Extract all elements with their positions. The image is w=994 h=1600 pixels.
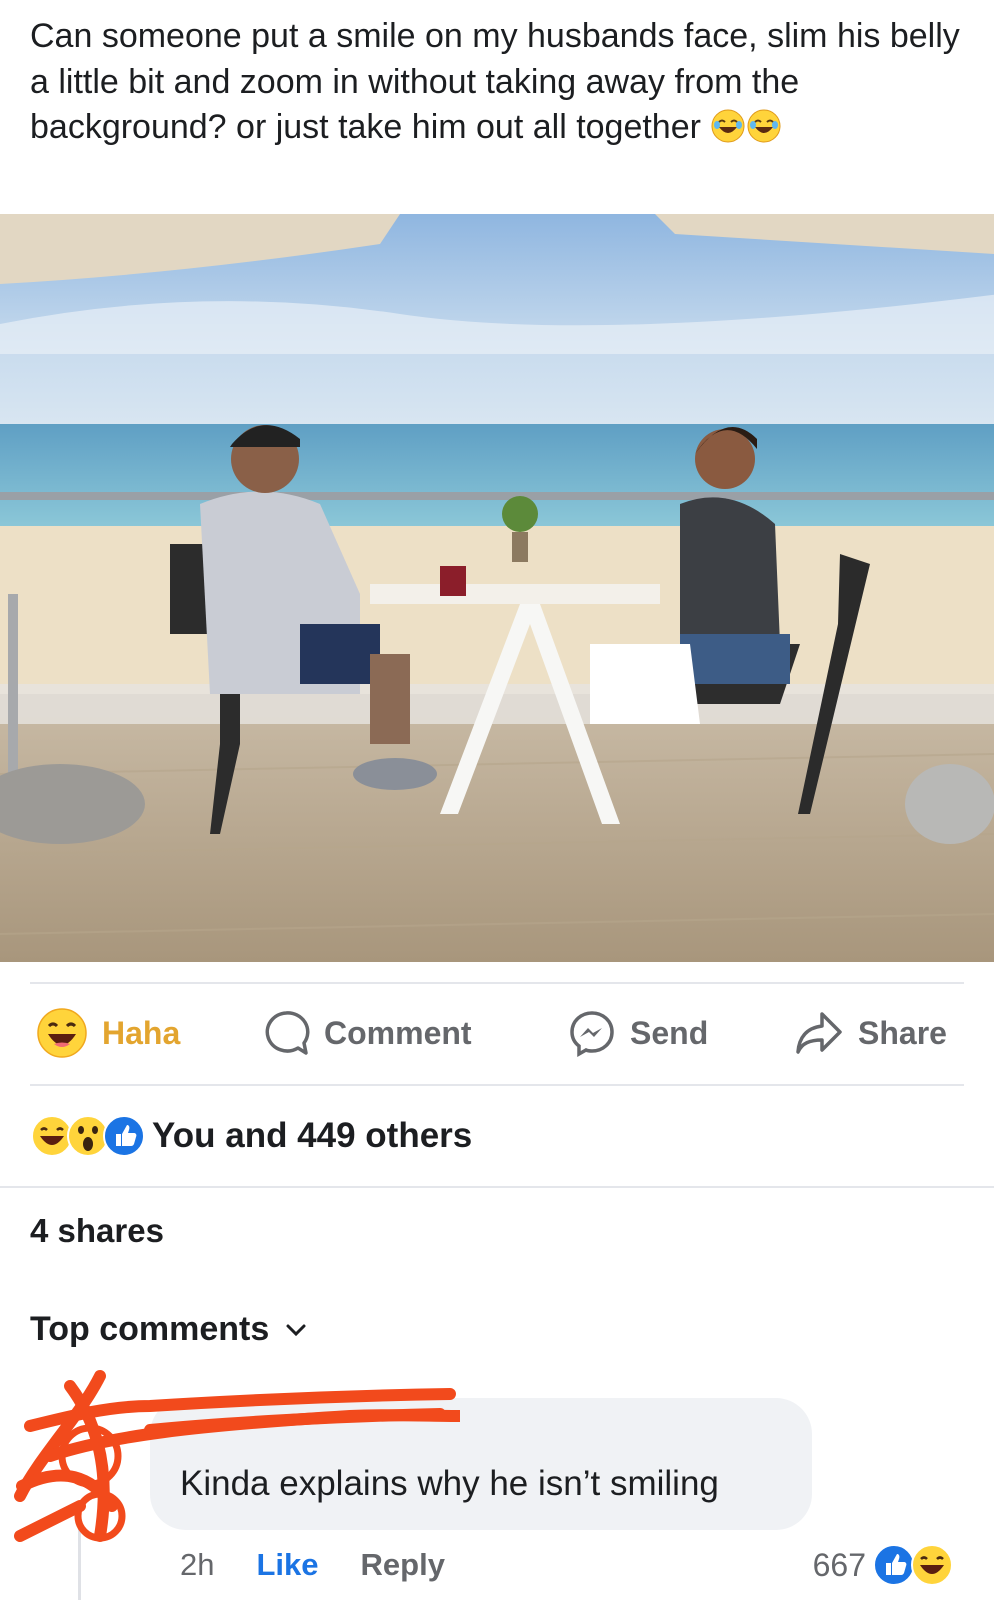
haha-button[interactable]: Haha xyxy=(36,1000,180,1066)
redaction-scribble xyxy=(14,1370,460,1542)
comment-button[interactable]: Comment xyxy=(262,1000,472,1066)
comments-filter-dropdown[interactable]: Top comments xyxy=(30,1310,307,1349)
comment-label: Comment xyxy=(324,1014,472,1051)
reaction-icons xyxy=(30,1114,145,1158)
share-button[interactable]: Share xyxy=(794,1000,947,1066)
haha-reaction-icon xyxy=(37,1008,87,1058)
comment-reaction-number: 667 xyxy=(812,1546,866,1583)
share-icon xyxy=(796,1012,842,1054)
comment-timestamp: 2h xyxy=(180,1547,215,1582)
divider xyxy=(30,982,964,984)
haha-label: Haha xyxy=(102,1014,181,1051)
laughing-emoji-icon xyxy=(710,108,746,157)
comments-filter-label: Top comments xyxy=(30,1310,270,1348)
divider xyxy=(0,1186,994,1188)
like-reaction-icon xyxy=(103,1115,145,1157)
send-label: Send xyxy=(630,1014,709,1051)
post-text-block: Can someone put a smile on my husbands f… xyxy=(30,14,960,157)
post-action-bar: Haha Comment Send Share xyxy=(0,1000,994,1066)
chevron-down-icon xyxy=(286,1324,306,1336)
send-button[interactable]: Send xyxy=(568,1000,708,1066)
messenger-icon xyxy=(570,1011,614,1057)
shares-count[interactable]: 4 shares xyxy=(30,1212,164,1250)
share-label: Share xyxy=(858,1014,947,1051)
haha-reaction-icon xyxy=(911,1544,953,1586)
comment-reply-button[interactable]: Reply xyxy=(361,1547,445,1583)
comment-icon xyxy=(265,1011,310,1055)
comment-meta: 2h Like Reply xyxy=(180,1540,445,1590)
post-photo[interactable] xyxy=(0,214,994,962)
comment-like-button[interactable]: Like xyxy=(256,1547,318,1583)
reactions-summary-text: You and 449 others xyxy=(152,1116,473,1155)
post-caption: Can someone put a smile on my husbands f… xyxy=(30,17,960,146)
reactions-summary[interactable]: You and 449 others xyxy=(30,1108,472,1164)
laughing-emoji-icon xyxy=(746,108,782,157)
comment-reaction-count[interactable]: 667 xyxy=(813,1540,954,1590)
divider xyxy=(30,1084,964,1086)
